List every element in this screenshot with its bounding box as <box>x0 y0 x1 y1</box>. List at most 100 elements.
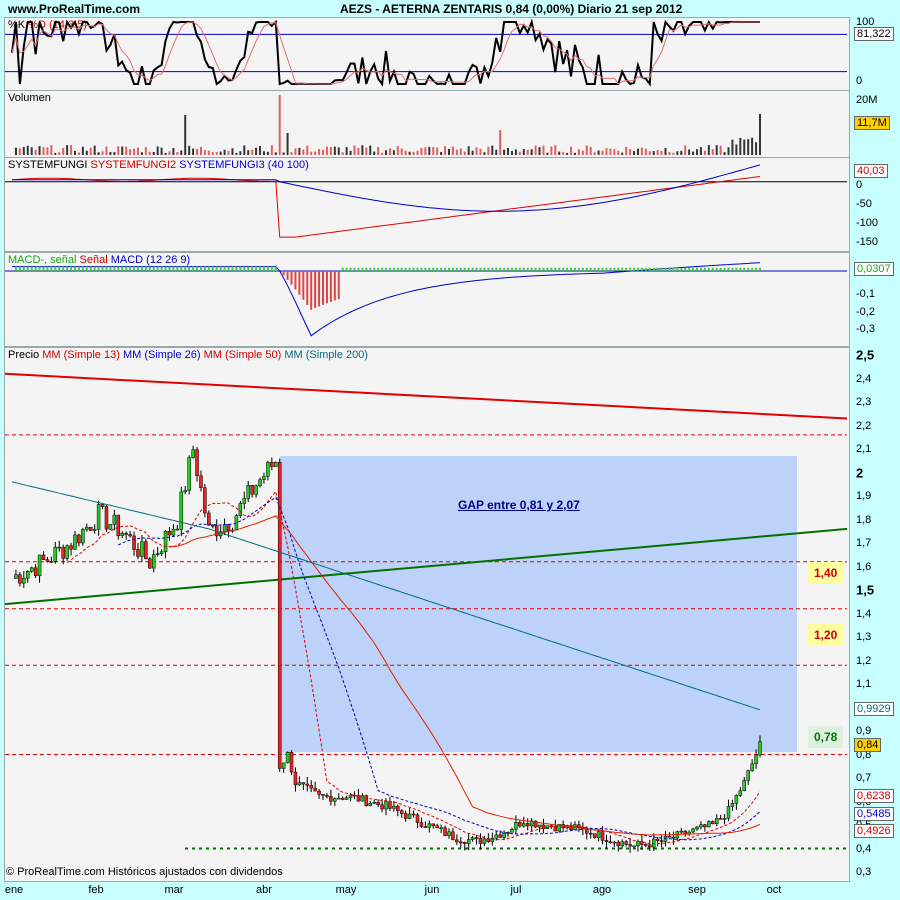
macd-histogram-bar <box>310 270 313 310</box>
candle-body <box>462 841 467 844</box>
candle-body <box>61 547 65 559</box>
macd-histogram-bar <box>471 267 474 271</box>
volume-bar <box>570 146 573 155</box>
candle-body <box>159 551 164 554</box>
macd-histogram-bar <box>341 267 344 271</box>
candle-body <box>699 824 703 828</box>
volume-bar <box>727 147 730 155</box>
macd-histogram-bar <box>597 267 600 271</box>
macd-histogram-bar <box>739 267 742 271</box>
candle-body <box>537 824 542 828</box>
candle-body <box>14 574 18 579</box>
macd-histogram-bar <box>85 266 88 271</box>
candle-body <box>171 528 176 536</box>
macd-histogram-bar <box>38 266 41 271</box>
volume-bar <box>530 149 533 155</box>
candle-body <box>37 554 42 577</box>
volume-bar <box>46 147 49 155</box>
candle-body <box>478 837 483 844</box>
macd-histogram-bar <box>381 267 384 271</box>
volume-bar <box>696 149 699 155</box>
volume-bar <box>499 130 502 155</box>
macd-line <box>12 262 761 337</box>
volume-bar <box>440 151 443 155</box>
macd-histogram-bar <box>400 267 403 271</box>
candle-body <box>746 770 750 781</box>
candle-body <box>474 837 479 839</box>
candle-body <box>199 475 203 488</box>
macd-histogram-bar <box>259 266 262 271</box>
volume-bar <box>203 150 206 155</box>
volume-bar <box>168 151 171 155</box>
volume-bar <box>573 152 576 155</box>
candle-body <box>120 532 124 537</box>
macd-histogram-bar <box>601 267 604 271</box>
macd-histogram-bar <box>223 266 226 271</box>
macd-histogram-bar <box>668 267 671 271</box>
candle-body <box>403 813 408 819</box>
candle-body <box>718 818 723 820</box>
volume-bar <box>711 149 714 155</box>
macd-histogram-bar <box>152 266 155 271</box>
macd-histogram-bar <box>715 267 718 271</box>
volume-bar <box>424 147 427 155</box>
candle-body <box>632 845 636 848</box>
macd-histogram-bar <box>247 266 250 271</box>
macd-histogram-bar <box>176 266 179 271</box>
macd-histogram-bar <box>660 267 663 271</box>
macd-histogram-bar <box>144 266 147 271</box>
volume-bar <box>475 147 478 155</box>
price-tick: 2,1 <box>856 443 872 455</box>
macd-histogram-bar <box>164 266 167 271</box>
candle-body <box>644 844 648 846</box>
volume-bar <box>188 145 191 155</box>
volume-bar <box>447 148 450 155</box>
candle-body <box>392 805 396 809</box>
volume-bar <box>255 147 258 155</box>
volume-bar <box>73 150 76 155</box>
volume-bar <box>577 149 580 155</box>
macd-histogram-bar <box>361 267 364 271</box>
macd-histogram-bar <box>550 267 553 271</box>
month-label: jul <box>510 884 522 896</box>
candle-body <box>25 571 30 579</box>
candle-body <box>81 529 85 544</box>
macd-histogram-bar <box>747 267 750 271</box>
volume-bar <box>514 149 517 155</box>
macd-histogram-bar <box>581 267 584 271</box>
candle-body <box>466 839 471 844</box>
candle-body <box>293 771 298 786</box>
macd-histogram-bar <box>160 266 163 271</box>
candle-body <box>651 838 656 848</box>
volume-bar <box>81 146 84 155</box>
volume-bar <box>621 152 624 155</box>
macd-histogram-bar <box>542 267 545 271</box>
candle-body <box>730 803 735 807</box>
volume-bar <box>136 147 139 155</box>
macd-histogram-bar <box>199 266 202 271</box>
macd-histogram-bar <box>353 267 356 271</box>
volume-bar <box>184 115 187 155</box>
candle-body <box>655 838 660 841</box>
macd-histogram-bar <box>117 266 120 271</box>
macd-histogram-bar <box>62 266 65 271</box>
month-label: abr <box>256 884 272 896</box>
candle-body <box>53 546 58 562</box>
candle-body <box>754 754 758 765</box>
candle-body <box>262 476 266 480</box>
candle-body <box>104 506 109 530</box>
candle-body <box>203 487 207 514</box>
volume-bar <box>164 152 167 155</box>
volume-bar <box>455 149 458 155</box>
volume-bar <box>196 148 199 155</box>
price-tick: 1,4 <box>856 607 872 620</box>
volume-bar <box>538 147 541 155</box>
volume-bar <box>105 146 108 155</box>
macd-histogram-bar <box>656 267 659 271</box>
candle-body <box>604 840 609 843</box>
macd-histogram-bar <box>325 270 328 304</box>
macd-histogram-bar <box>172 266 175 271</box>
candle-body <box>187 457 191 491</box>
candle-body <box>116 514 121 537</box>
volume-bar <box>219 151 222 155</box>
